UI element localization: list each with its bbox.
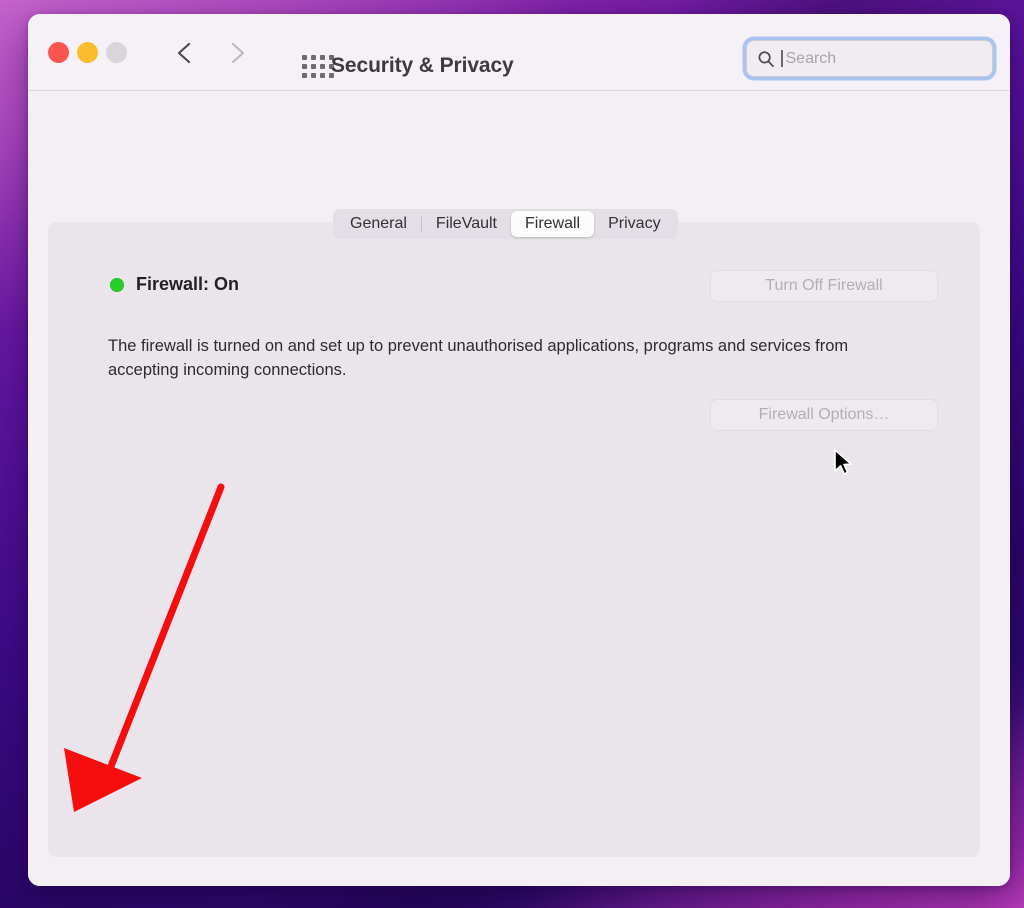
desktop-wallpaper: Security & Privacy Firewall: On xyxy=(0,0,1024,908)
tab-general[interactable]: General xyxy=(336,211,421,237)
search-icon xyxy=(757,50,775,68)
window-toolbar: Security & Privacy xyxy=(28,14,1010,91)
tab-firewall[interactable]: Firewall xyxy=(510,211,595,237)
firewall-status-row: Firewall: On xyxy=(110,274,239,295)
system-preferences-window: Security & Privacy Firewall: On xyxy=(28,14,1010,886)
close-button[interactable] xyxy=(48,42,69,63)
page-title: Security & Privacy xyxy=(331,54,514,77)
tab-bar: General FileVault Firewall Privacy xyxy=(333,209,678,239)
firewall-description: The firewall is turned on and set up to … xyxy=(108,337,849,379)
navigation-buttons xyxy=(173,40,249,66)
tab-privacy[interactable]: Privacy xyxy=(594,211,674,237)
text-caret xyxy=(781,50,783,67)
search-input[interactable] xyxy=(785,49,966,68)
minimize-button[interactable] xyxy=(77,42,98,63)
search-field[interactable] xyxy=(746,40,993,77)
tab-filevault[interactable]: FileVault xyxy=(422,211,511,237)
firewall-panel: Firewall: On The firewall is turned on a… xyxy=(48,222,980,857)
window-body: Firewall: On The firewall is turned on a… xyxy=(28,91,1010,886)
window-controls xyxy=(48,42,127,63)
firewall-status-label: Firewall: On xyxy=(136,274,240,294)
zoom-button[interactable] xyxy=(106,42,127,63)
forward-chevron-icon[interactable] xyxy=(225,40,249,66)
window-footer: Click the lock to make changes. Advanced… xyxy=(28,866,1010,886)
turn-off-firewall-button[interactable]: Turn Off Firewall xyxy=(710,270,938,302)
back-chevron-icon[interactable] xyxy=(173,40,197,66)
status-indicator-icon xyxy=(110,277,124,292)
firewall-options-button[interactable]: Firewall Options… xyxy=(710,399,938,431)
